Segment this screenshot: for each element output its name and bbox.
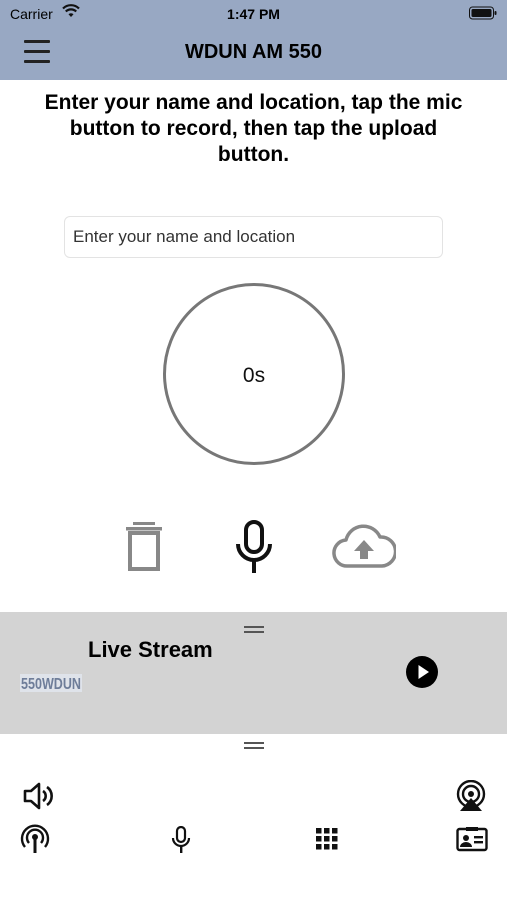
cloud-upload-icon: [332, 524, 398, 568]
grid-icon[interactable]: [316, 828, 338, 850]
trash-icon: [126, 522, 162, 571]
svg-text:550WDUN: 550WDUN: [21, 676, 81, 693]
play-button[interactable]: [406, 656, 438, 688]
podcast-icon[interactable]: [20, 824, 50, 854]
airplay-icon[interactable]: [454, 780, 488, 812]
delete-button[interactable]: [124, 520, 164, 572]
contact-card-icon[interactable]: [456, 826, 488, 852]
upload-button[interactable]: [332, 522, 398, 570]
status-bar: Carrier 1:47 PM: [0, 0, 507, 28]
nav-bar: WDUN AM 550: [0, 28, 507, 80]
clock: 1:47 PM: [227, 6, 280, 22]
drag-handle[interactable]: [244, 626, 264, 634]
tab-bar-drag-handle[interactable]: [244, 742, 264, 750]
speaker-icon[interactable]: [22, 780, 54, 812]
timer-value: 0s: [242, 364, 266, 387]
instructions-text: Enter your name and location, tap the mi…: [44, 91, 463, 166]
player-title: Live Stream: [88, 637, 213, 662]
battery-icon: [469, 6, 497, 20]
live-stream-player: 550WDUN Live Stream: [0, 612, 507, 734]
recording-timer: 0s: [163, 283, 345, 465]
header-bar: Carrier 1:47 PM WDUN AM 550: [0, 0, 507, 80]
name-location-input[interactable]: [64, 216, 443, 258]
record-button[interactable]: [233, 520, 275, 574]
station-logo: 550WDUN: [20, 674, 82, 693]
page-title: WDUN AM 550: [184, 41, 323, 63]
microphone-tab-icon[interactable]: [170, 826, 192, 854]
microphone-icon: [236, 520, 272, 573]
